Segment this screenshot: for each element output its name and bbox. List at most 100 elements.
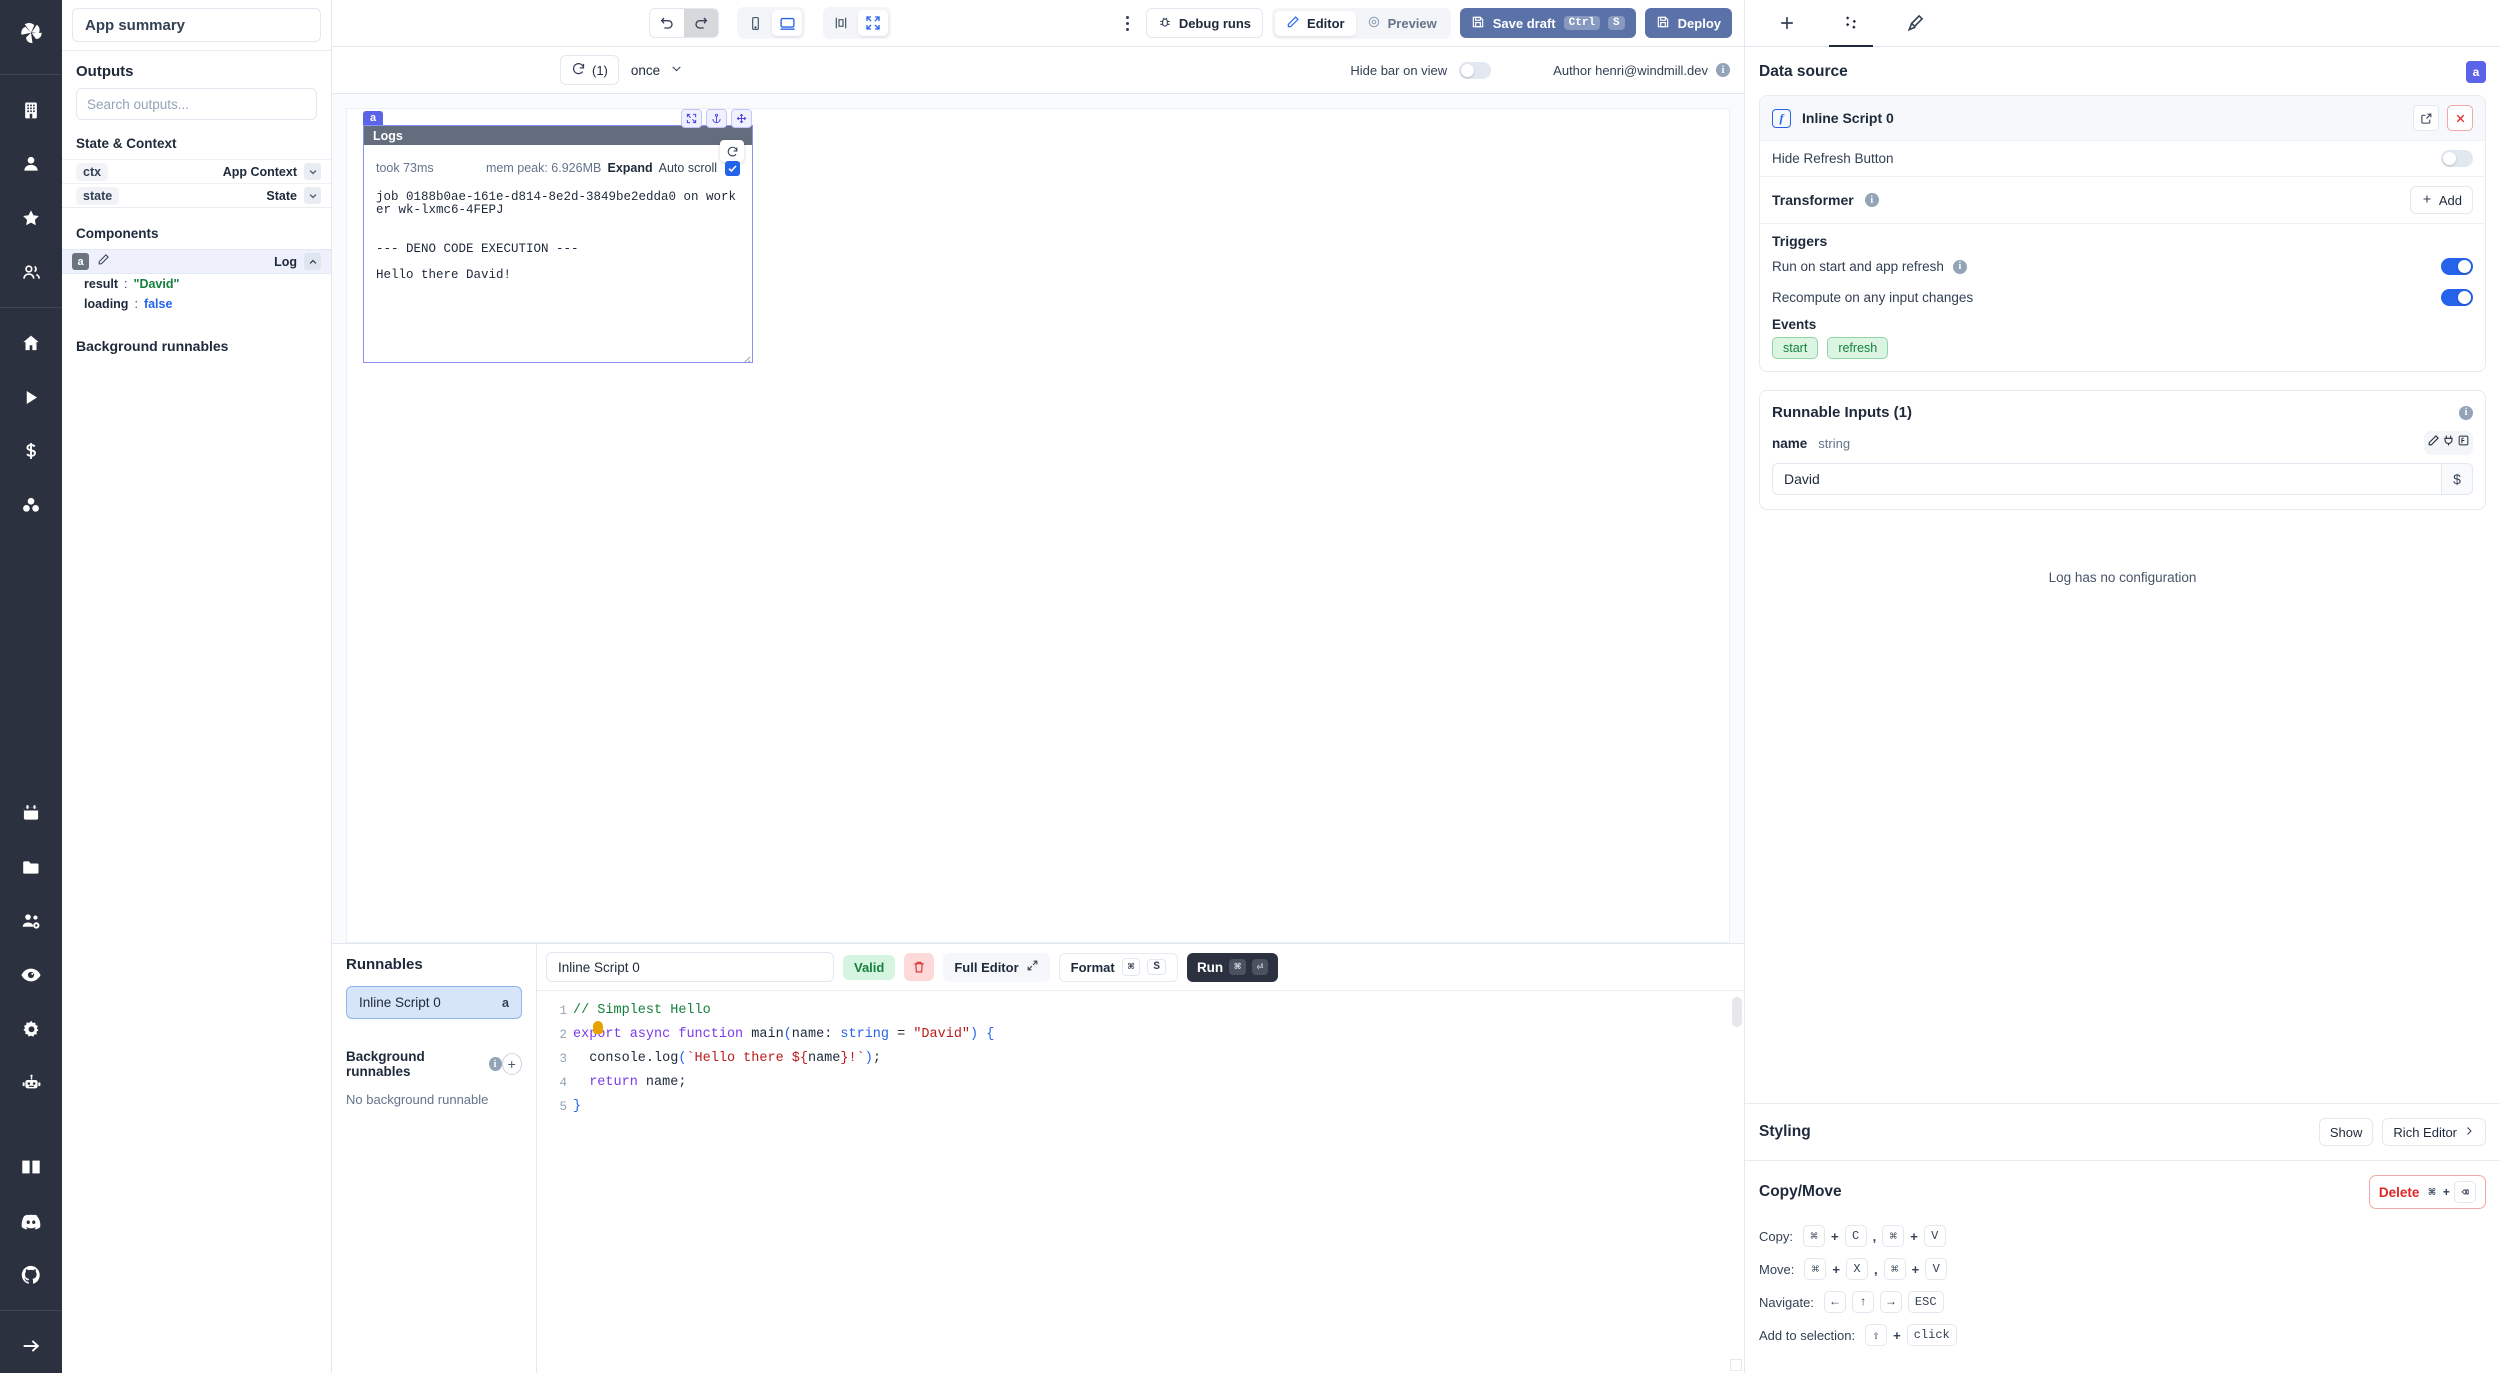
editor-scrollbar[interactable]	[1732, 997, 1742, 1027]
event-chip-start[interactable]: start	[1772, 337, 1819, 359]
editor-tab[interactable]: Editor	[1275, 10, 1356, 36]
blocks-icon[interactable]	[5, 478, 57, 532]
mode-static-pencil-icon[interactable]	[2427, 434, 2440, 452]
delete-script-button[interactable]	[904, 953, 935, 981]
info-icon[interactable]: i	[1952, 259, 1967, 274]
hide-refresh-toggle[interactable]	[2441, 150, 2473, 167]
mode-connect-plug-icon[interactable]	[2442, 434, 2455, 452]
component-row-log[interactable]: a Log	[62, 249, 331, 274]
dollar-icon[interactable]: $	[2441, 463, 2473, 495]
styling-show-button[interactable]: Show	[2318, 1118, 2374, 1146]
search-outputs-input[interactable]	[76, 88, 317, 120]
arrow-right-icon[interactable]	[5, 1319, 57, 1373]
canvas-surface[interactable]: a Logs took 73ms mem peak: 6.926MB Expan…	[346, 108, 1730, 943]
runnable-input-value[interactable]	[1772, 463, 2441, 495]
redo-button[interactable]	[684, 9, 718, 37]
remove-data-source-button[interactable]	[2447, 105, 2473, 131]
debug-runs-button[interactable]: Debug runs	[1145, 8, 1264, 38]
folder-icon[interactable]	[5, 840, 57, 894]
format-button[interactable]: Format ⌘ S	[1058, 952, 1178, 982]
code-token: .	[645, 1051, 655, 1066]
logs-expand-button[interactable]: Expand	[607, 161, 652, 175]
shortcut-label: Copy:	[1759, 1228, 1793, 1244]
undo-button[interactable]	[650, 9, 684, 37]
robot-icon[interactable]	[5, 1056, 57, 1110]
home-icon[interactable]	[5, 316, 57, 370]
state-row-ctx[interactable]: ctx App Context	[62, 159, 331, 183]
styling-rich-editor-button[interactable]: Rich Editor	[2382, 1118, 2486, 1146]
gear-icon[interactable]	[5, 1002, 57, 1056]
calendar-icon[interactable]	[5, 786, 57, 840]
play-icon[interactable]	[5, 370, 57, 424]
user-icon[interactable]	[5, 137, 57, 191]
transformer-heading: Transformer	[1772, 192, 1854, 208]
logs-resize-handle[interactable]	[741, 351, 751, 364]
mobile-icon[interactable]	[740, 10, 770, 36]
runnable-item-inline-script-0[interactable]: Inline Script 0 a	[346, 986, 522, 1019]
refresh-all-button[interactable]: (1)	[560, 55, 619, 85]
external-link-icon[interactable]	[2413, 105, 2439, 131]
width-icon[interactable]	[826, 10, 856, 36]
eye-icon[interactable]	[5, 948, 57, 1002]
preview-tab[interactable]: Preview	[1356, 11, 1448, 36]
event-chip-refresh[interactable]: refresh	[1827, 337, 1889, 359]
code-line[interactable]: // Simplest Hello	[573, 999, 1744, 1023]
info-icon[interactable]: i	[1864, 193, 1879, 207]
info-icon[interactable]: i	[2459, 405, 2473, 420]
add-background-runnable-button[interactable]: +	[501, 1053, 522, 1075]
desktop-icon[interactable]	[772, 10, 802, 36]
anchor-icon[interactable]	[706, 109, 727, 128]
tab-styling[interactable]	[1883, 0, 1947, 47]
star-icon[interactable]	[5, 191, 57, 245]
info-icon[interactable]: i	[1716, 63, 1730, 77]
script-name-input[interactable]	[546, 952, 834, 982]
logs-component[interactable]: a Logs took 73ms mem peak: 6.926MB Expan…	[363, 109, 753, 364]
run-mode-select[interactable]: once	[631, 62, 683, 78]
inline-script-row[interactable]: f Inline Script 0	[1760, 96, 2485, 140]
chevron-up-icon[interactable]	[304, 253, 321, 270]
mode-eval-function-icon[interactable]	[2457, 434, 2470, 452]
tab-component-settings[interactable]	[1819, 0, 1883, 47]
pencil-icon[interactable]	[97, 253, 110, 271]
users-group-icon[interactable]	[5, 245, 57, 299]
code-line[interactable]: export async function main(name: string …	[573, 1023, 1744, 1047]
book-icon[interactable]	[5, 1140, 57, 1194]
more-vertical-icon[interactable]	[1118, 15, 1137, 31]
inline-script-left: f Inline Script 0	[1772, 108, 1894, 128]
tab-add-component[interactable]	[1755, 0, 1819, 47]
fullscreen-icon[interactable]	[681, 109, 702, 128]
code-token: )	[864, 1051, 873, 1066]
deploy-button[interactable]: Deploy	[1644, 8, 1732, 38]
windmill-logo-icon[interactable]	[11, 14, 51, 54]
discord-icon[interactable]	[5, 1194, 57, 1248]
run-script-button[interactable]: Run ⌘ ⏎	[1186, 952, 1279, 982]
full-editor-button[interactable]: Full Editor	[943, 952, 1050, 982]
team-settings-icon[interactable]	[5, 894, 57, 948]
chevron-down-icon[interactable]	[304, 187, 321, 204]
code-lines[interactable]: // Simplest Hello export async function m…	[573, 991, 1744, 1373]
add-transformer-button[interactable]: Add	[2409, 186, 2473, 214]
runnable-inputs-card: Runnable Inputs (1) i name string David …	[1759, 390, 2486, 510]
save-draft-button[interactable]: Save draft Ctrl S	[1459, 8, 1636, 38]
app-summary-title[interactable]: App summary	[72, 8, 321, 42]
building-icon[interactable]	[5, 83, 57, 137]
logs-auto-scroll-checkbox[interactable]	[725, 160, 740, 176]
background-runnables-left: Background runnables i	[346, 1049, 502, 1079]
code-line[interactable]: }	[573, 1095, 1744, 1119]
info-icon[interactable]: i	[488, 1057, 502, 1071]
full-editor-label: Full Editor	[954, 959, 1019, 975]
state-row-state[interactable]: state State	[62, 183, 331, 207]
github-icon[interactable]	[5, 1248, 57, 1302]
trigger-toggle[interactable]	[2441, 289, 2473, 306]
chevron-down-icon[interactable]	[304, 163, 321, 180]
code-line[interactable]: return name;	[573, 1071, 1744, 1095]
delete-component-button[interactable]: Delete ⌘ + ⌫	[2368, 1175, 2486, 1209]
fullscreen-icon[interactable]	[858, 10, 888, 36]
lightbulb-icon[interactable]	[593, 1021, 603, 1034]
dollar-icon[interactable]	[5, 424, 57, 478]
trigger-toggle[interactable]	[2441, 258, 2473, 275]
move-icon[interactable]	[731, 109, 752, 128]
code-line[interactable]: console.log(`Hello there ${name}!`);	[573, 1047, 1744, 1071]
hide-bar-toggle[interactable]	[1459, 61, 1492, 79]
code-editor-area[interactable]: 1 2 3 4 5 // Simplest Hello export async func…	[537, 990, 1744, 1373]
